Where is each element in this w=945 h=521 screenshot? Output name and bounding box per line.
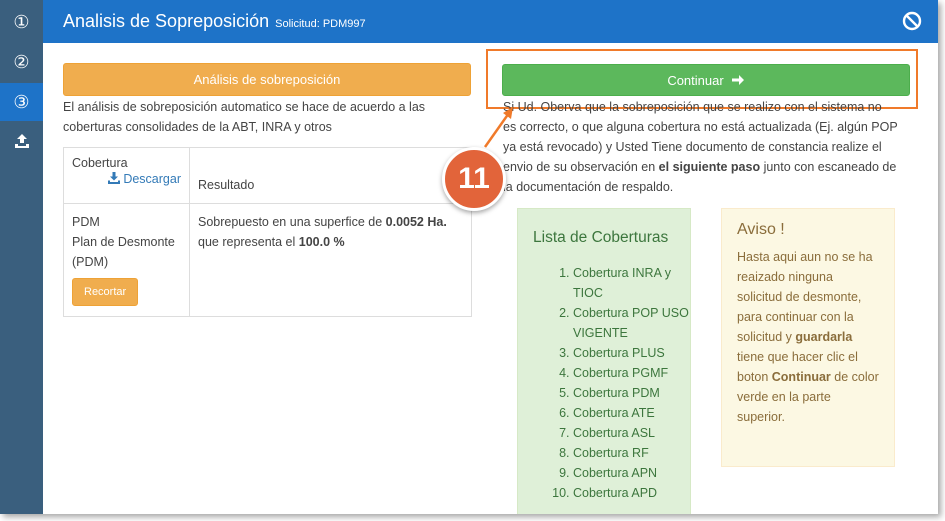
result-prefix: Sobrepuesto en una superfice de [198, 215, 386, 229]
result-percent: 100.0 % [298, 235, 345, 249]
table-row: PDM Plan de Desmonte (PDM) Recortar Sobr… [63, 203, 472, 317]
modal-title: Analisis de Sopreposición [63, 11, 270, 31]
list-item: Cobertura PGMF [573, 363, 690, 383]
list-item: Cobertura ASL [573, 423, 690, 443]
list-item: Cobertura INRA y TIOC [573, 263, 690, 303]
list-item: Cobertura ATE [573, 403, 690, 423]
modal-header: Analisis de Sopreposición Solicitud: PDM… [43, 0, 938, 43]
step-sidebar: ① ② ③ [0, 0, 43, 514]
download-label: Descargar [123, 172, 181, 186]
modal-body: Análisis de sobreposición El análisis de… [43, 43, 938, 514]
table-header-row: Cobertura Descargar Resultado [63, 147, 472, 204]
info-bold: el siguiente paso [658, 160, 761, 174]
list-item: Cobertura PLUS [573, 343, 690, 363]
observation-info: Si Ud. Oberva que la sobreposición que s… [503, 97, 898, 197]
list-item: Cobertura PDM [573, 383, 690, 403]
result-area: 0.0052 Ha. [385, 215, 447, 229]
result-cell: Sobrepuesto en una superfice de 0.0052 H… [189, 203, 472, 317]
modal-window: ① ② ③ Analisis de Sopreposición Solicitu… [0, 0, 938, 514]
list-item: Cobertura POP USO VIGENTE [573, 303, 690, 343]
step-number-badge: 11 [442, 147, 506, 211]
download-icon [107, 172, 120, 184]
notice-bold-1: guardarla [795, 330, 853, 344]
list-item: Cobertura APD [573, 483, 690, 503]
coverage-cell: PDM Plan de Desmonte (PDM) Recortar [63, 203, 190, 317]
analysis-description: El análisis de sobreposición automatico … [63, 100, 426, 134]
sidebar-step-1[interactable]: ① [0, 3, 43, 41]
notice-text: Hasta aqui aun no se ha reaizado ninguna… [737, 247, 879, 427]
list-item: Cobertura RF [573, 443, 690, 463]
request-id: Solicitud: PDM997 [275, 17, 366, 30]
results-table: Cobertura Descargar Resultado PDM Plan d… [63, 147, 472, 317]
list-item: Cobertura APN [573, 463, 690, 483]
coverage-list: Cobertura INRA y TIOC Cobertura POP USO … [518, 263, 690, 503]
coverage-header-label: Cobertura [72, 156, 128, 170]
coverage-list-title: Lista de Coberturas [533, 229, 669, 246]
download-link[interactable]: Descargar [72, 172, 181, 186]
close-icon[interactable] [902, 11, 922, 31]
upload-icon[interactable] [0, 122, 43, 160]
coverage-list-panel: Lista de Coberturas Cobertura INRA y TIO… [517, 208, 691, 514]
crop-button[interactable]: Recortar [72, 278, 139, 306]
coverage-code: PDM [72, 215, 100, 229]
overlap-analysis-button[interactable]: Análisis de sobreposición [63, 63, 471, 96]
notice-panel: Aviso ! Hasta aqui aun no se ha reaizado… [721, 208, 895, 467]
sidebar-step-2[interactable]: ② [0, 43, 43, 81]
coverage-name: Plan de Desmonte (PDM) [72, 235, 175, 269]
notice-bold-2: Continuar [771, 370, 831, 384]
result-column-header: Resultado [189, 147, 472, 204]
notice-title: Aviso ! [737, 221, 785, 238]
coverage-column-header: Cobertura Descargar [63, 147, 190, 204]
annotation-arrow-icon [483, 107, 513, 148]
sidebar-step-3[interactable]: ③ [0, 83, 43, 121]
result-middle: que representa el [198, 235, 299, 249]
